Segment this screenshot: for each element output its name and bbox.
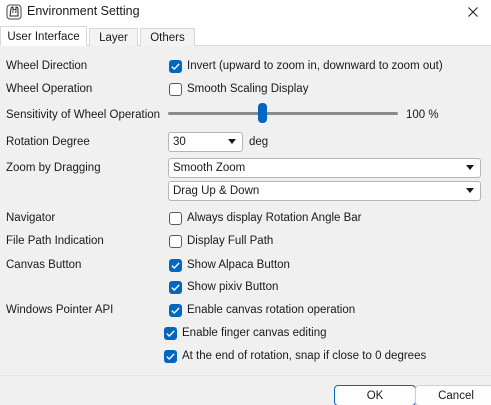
tab-layer[interactable]: Layer	[89, 28, 138, 46]
label-wheel-direction: Wheel Direction	[6, 60, 88, 72]
snap-zero-label: At the end of rotation, snap if close to…	[182, 350, 427, 362]
full-path-checkbox[interactable]: Display Full Path	[169, 233, 273, 249]
label-file-path: File Path Indication	[6, 235, 104, 247]
sensitivity-slider-thumb[interactable]	[258, 103, 267, 123]
checkbox-unchecked-icon	[169, 234, 182, 248]
checkbox-unchecked-icon	[169, 82, 182, 96]
invert-checkbox[interactable]: Invert (upward to zoom in, downward to z…	[169, 58, 443, 74]
smooth-scaling-label: Smooth Scaling Display	[187, 83, 309, 95]
rotation-unit: deg	[249, 136, 269, 148]
sensitivity-slider-track[interactable]	[168, 112, 398, 115]
checkbox-checked-icon	[169, 59, 182, 73]
alpaca-button-label: Show Alpaca Button	[187, 259, 290, 271]
zoom-mode-select[interactable]: Smooth Zoom	[168, 158, 481, 178]
drag-direction-select[interactable]: Drag Up & Down	[168, 181, 481, 201]
snap-zero-checkbox[interactable]: At the end of rotation, snap if close to…	[164, 348, 426, 364]
smooth-scaling-checkbox[interactable]: Smooth Scaling Display	[169, 81, 308, 97]
label-navigator: Navigator	[6, 212, 56, 224]
alpaca-app-icon	[6, 4, 22, 20]
rotation-degree-value: 30	[173, 136, 186, 148]
tab-others[interactable]: Others	[140, 28, 195, 46]
checkbox-unchecked-icon	[169, 211, 182, 225]
checkbox-checked-icon	[169, 280, 182, 294]
pixiv-button-label: Show pixiv Button	[187, 281, 279, 293]
label-canvas-button: Canvas Button	[6, 259, 82, 271]
chevron-down-icon	[466, 188, 474, 193]
label-rotation-degree: Rotation Degree	[6, 136, 90, 148]
label-zoom-by-dragging: Zoom by Dragging	[6, 162, 101, 174]
chevron-down-icon	[228, 139, 236, 144]
ok-button[interactable]: OK	[334, 385, 416, 405]
pixiv-button-checkbox[interactable]: Show pixiv Button	[169, 279, 278, 295]
label-sensitivity: Sensitivity of Wheel Operation	[6, 109, 161, 121]
cancel-button[interactable]: Cancel	[415, 385, 491, 405]
finger-editing-label: Enable finger canvas editing	[182, 327, 327, 339]
tab-user-interface[interactable]: User Interface	[0, 26, 87, 46]
canvas-rotation-label: Enable canvas rotation operation	[187, 304, 356, 316]
sensitivity-value: 100 %	[406, 109, 439, 121]
drag-direction-value: Drag Up & Down	[173, 185, 260, 197]
rotation-degree-select[interactable]: 30	[168, 132, 243, 152]
finger-editing-checkbox[interactable]: Enable finger canvas editing	[164, 325, 327, 341]
rotation-bar-checkbox[interactable]: Always display Rotation Angle Bar	[169, 210, 362, 226]
zoom-mode-value: Smooth Zoom	[173, 162, 246, 174]
window-title: Environment Setting	[27, 4, 140, 18]
label-pointer-api: Windows Pointer API	[6, 304, 114, 316]
rotation-bar-label: Always display Rotation Angle Bar	[187, 212, 362, 224]
checkbox-checked-icon	[164, 349, 177, 363]
chevron-down-icon	[466, 165, 474, 170]
close-icon[interactable]	[462, 2, 484, 22]
label-wheel-operation: Wheel Operation	[6, 83, 93, 95]
canvas-rotation-checkbox[interactable]: Enable canvas rotation operation	[169, 302, 355, 318]
full-path-label: Display Full Path	[187, 235, 274, 247]
checkbox-checked-icon	[169, 258, 182, 272]
invert-label: Invert (upward to zoom in, downward to z…	[187, 60, 443, 72]
checkbox-checked-icon	[169, 303, 182, 317]
alpaca-button-checkbox[interactable]: Show Alpaca Button	[169, 257, 290, 273]
checkbox-checked-icon	[164, 326, 177, 340]
